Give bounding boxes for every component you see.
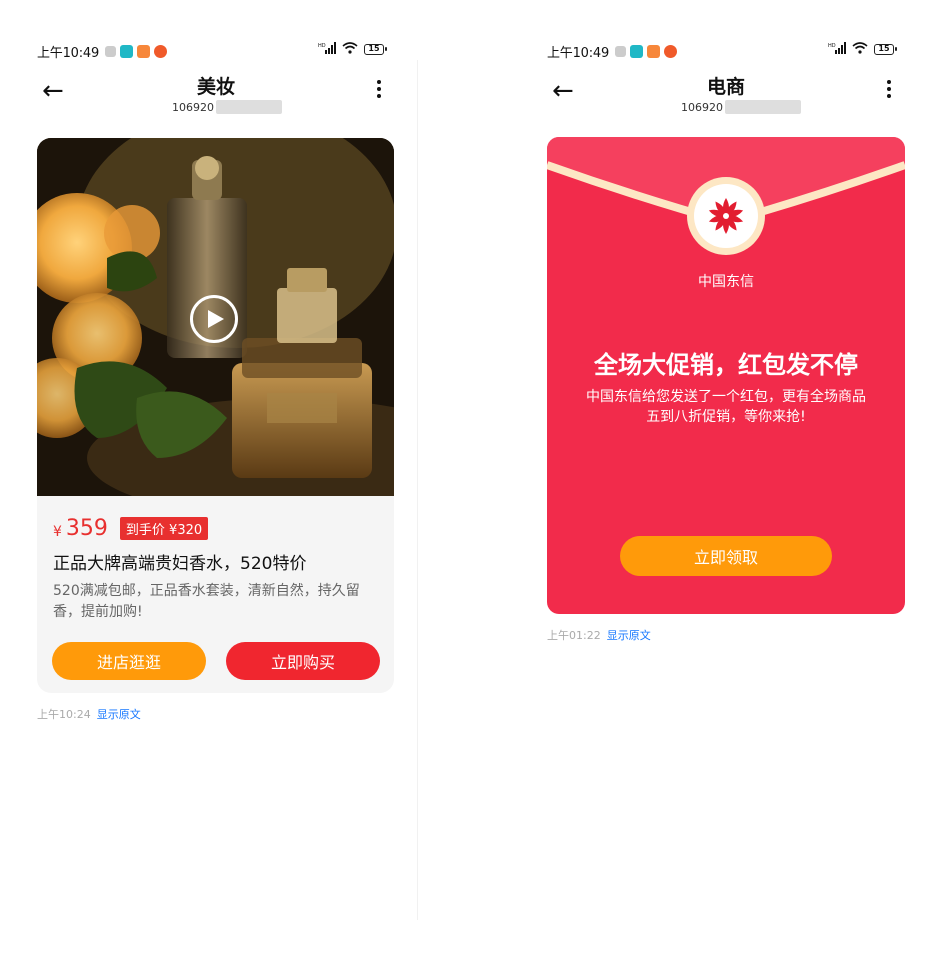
signal-icon: HD [318, 42, 336, 57]
sender-number-text: 106920 [172, 100, 214, 114]
left-phone-screen: 上午10:49 HD 15 ← 美妆 106920 ¥ 359 到手价 ¥320… [0, 0, 418, 980]
status-bar: 上午10:49 [547, 40, 681, 62]
message-time: 上午01:22 [547, 629, 601, 642]
page-title: 电商 [706, 76, 745, 98]
play-video-button[interactable] [190, 295, 238, 343]
product-description: 520满减包邮，正品香水套装，清新自然，持久留香，提前加购! [53, 583, 360, 620]
weibo-icon [664, 44, 678, 58]
svg-text:HD: HD [318, 43, 326, 49]
product-price: 359 [65, 516, 108, 541]
back-arrow-icon[interactable]: ← [42, 78, 64, 104]
mute-icon [105, 45, 117, 57]
wifi-icon [852, 42, 868, 57]
red-envelope-card[interactable]: 中国东信 全场大促销，红包发不停 中国东信给您发送了一个红包，更有全场商品五到八… [547, 137, 905, 614]
page-title: 美妆 [196, 76, 235, 98]
battery-icon: 15 [364, 44, 387, 55]
message-meta: 上午10:24 显示原文 [37, 706, 141, 722]
back-arrow-icon[interactable]: ← [552, 78, 574, 104]
status-bar: 上午10:49 [37, 40, 171, 62]
masked-number [725, 100, 801, 114]
show-original-link[interactable]: 显示原文 [97, 708, 141, 721]
status-indicators: HD 15 [318, 42, 387, 57]
status-time: 上午10:49 [37, 45, 100, 61]
more-options-icon[interactable] [887, 80, 891, 101]
buy-now-button[interactable]: 立即购买 [226, 642, 380, 680]
show-original-link[interactable]: 显示原文 [607, 629, 651, 642]
message-time: 上午10:24 [37, 708, 91, 721]
right-phone-screen: 上午10:49 HD 15 ← 电商 106920 中国东信 全场大促销，红包发… [420, 0, 942, 980]
battery-icon: 15 [874, 44, 897, 55]
message-meta: 上午01:22 显示原文 [547, 627, 651, 643]
promo-headline: 全场大促销，红包发不停 [594, 351, 858, 379]
sender-number: 106920 [172, 100, 282, 114]
wifi-icon [342, 42, 358, 57]
app-notification-icon [137, 44, 151, 58]
visit-store-button[interactable]: 进店逛逛 [52, 642, 206, 680]
sender-number: 106920 [681, 100, 801, 114]
price-row: ¥ 359 到手价 ¥320 [53, 516, 209, 541]
status-time: 上午10:49 [547, 45, 610, 61]
brand-logo-icon [708, 198, 744, 234]
more-options-icon[interactable] [377, 80, 381, 101]
perfume-video-thumbnail[interactable] [37, 138, 394, 496]
weibo-icon [154, 44, 168, 58]
masked-number [216, 100, 282, 114]
play-icon [208, 310, 224, 328]
sender-number-text: 106920 [681, 100, 723, 114]
signal-icon: HD [828, 42, 846, 57]
svg-text:HD: HD [828, 43, 836, 49]
promo-description: 中国东信给您发送了一个红包，更有全场商品五到八折促销，等你来抢! [586, 389, 866, 425]
final-price-tag: 到手价 ¥320 [119, 517, 209, 540]
app-notification-icon [120, 44, 134, 58]
brand-name: 中国东信 [698, 274, 754, 290]
mute-icon [615, 45, 627, 57]
status-indicators: HD 15 [828, 42, 897, 57]
product-card[interactable]: ¥ 359 到手价 ¥320 正品大牌高端贵妇香水，520特价 520满减包邮，… [37, 138, 394, 693]
currency-symbol: ¥ [53, 523, 62, 540]
claim-now-button[interactable]: 立即领取 [620, 536, 832, 576]
app-notification-icon [630, 44, 644, 58]
app-notification-icon [647, 44, 661, 58]
product-title: 正品大牌高端贵妇香水，520特价 [53, 554, 307, 574]
brand-seal [687, 177, 765, 255]
